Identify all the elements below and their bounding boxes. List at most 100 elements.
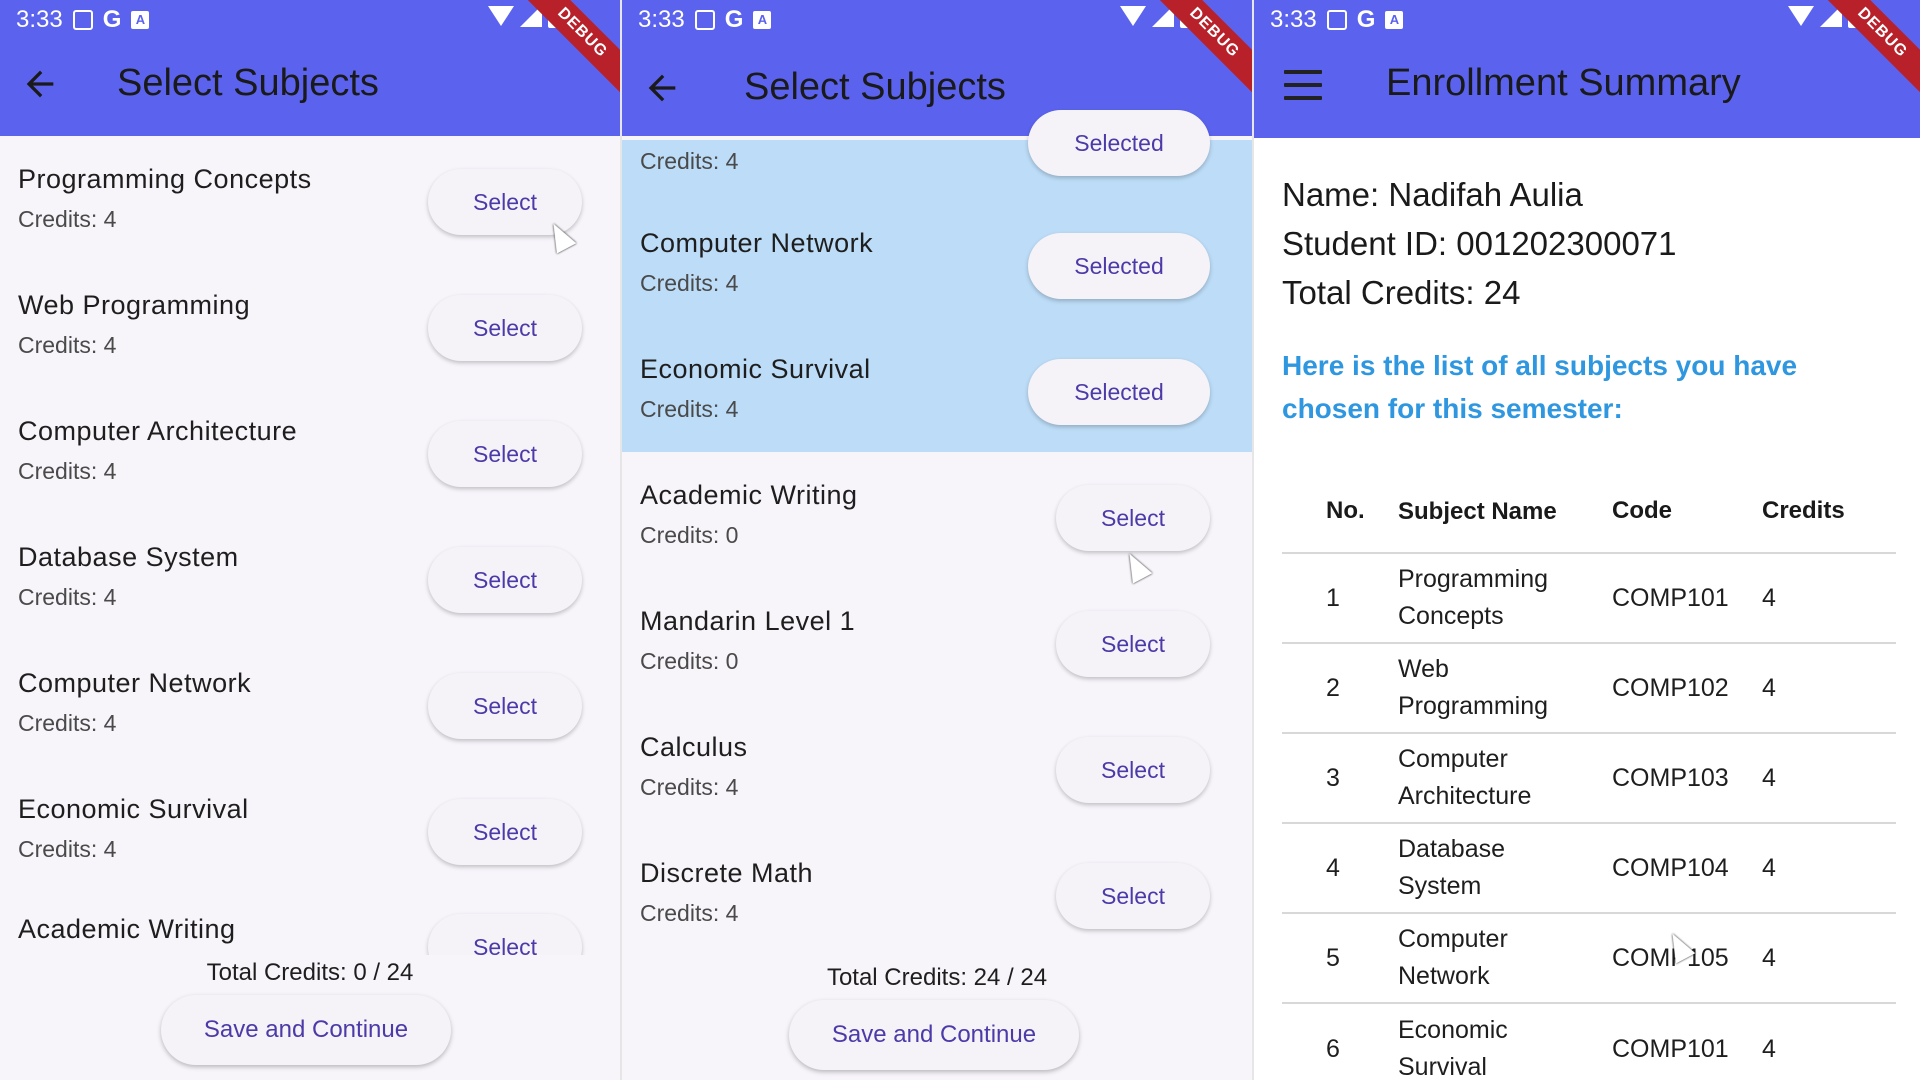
student-info: Name: Nadifah Aulia Student ID: 00120230… — [1282, 170, 1677, 317]
subject-item: Economic Survival Credits: 4 Select — [0, 766, 620, 892]
subject-credits: Credits: 0 — [640, 648, 739, 674]
student-total-credits: Total Credits: 24 — [1282, 274, 1521, 311]
subject-credits: Credits: 4 — [18, 458, 117, 484]
status-time: 3:33 — [16, 6, 63, 33]
wifi-icon — [1788, 6, 1814, 26]
subject-name: Programming Concepts — [18, 164, 312, 194]
row-no: 2 — [1326, 673, 1340, 702]
row-code: COMP103 — [1612, 763, 1729, 792]
subject-name: Economic Survival — [640, 354, 871, 384]
screenshot-icon — [694, 10, 715, 30]
subject-item: Web Programming Credits: 4 Select — [0, 262, 620, 388]
subject-item: Mandarin Level 1 Credits: 0 Select — [622, 578, 1252, 704]
page-title: Enrollment Summary — [1386, 62, 1741, 104]
row-subject-name: Programming Concepts — [1398, 565, 1549, 630]
select-button[interactable]: Select — [1056, 737, 1210, 803]
subject-item-selected: Economic Survival Credits: 4 Selected — [622, 326, 1252, 452]
select-button[interactable]: Select — [1056, 611, 1210, 677]
subject-item: Academic Writing Credits: 0 Select — [622, 452, 1252, 578]
table-row: 5 Computer Network COMP105 4 — [1282, 914, 1896, 1004]
select-button[interactable]: Select — [428, 295, 582, 361]
subject-name: Calculus — [640, 732, 748, 762]
hamburger-menu-icon[interactable] — [1284, 70, 1322, 100]
select-button[interactable]: Select — [428, 799, 582, 865]
subject-credits: Credits: 4 — [640, 774, 739, 800]
subject-item: Discrete Math Credits: 4 Select — [622, 830, 1252, 956]
subject-item-selected: Computer Network Credits: 4 Selected — [622, 200, 1252, 326]
header-code: Code — [1612, 497, 1672, 524]
subjects-note: Here is the list of all subjects you hav… — [1282, 350, 1798, 424]
row-code: COMP101 — [1612, 583, 1729, 612]
subject-credits: Credits: 4 — [18, 206, 117, 232]
screenshot-icon — [1326, 10, 1347, 30]
subject-name: Academic Writing — [640, 480, 858, 510]
table-row: 6 Economic Survival COMP101 4 — [1282, 1004, 1896, 1080]
page-title: Select Subjects — [117, 62, 379, 104]
row-credits: 4 — [1762, 1034, 1776, 1063]
google-icon: G — [724, 6, 744, 33]
screenshot-icon — [72, 10, 93, 30]
select-button[interactable]: Select — [428, 421, 582, 487]
select-button[interactable]: Select — [428, 673, 582, 739]
app-bar: 3:33 G A DEBUG Enrollment Summary — [1254, 0, 1920, 138]
subject-credits: Credits: 4 — [18, 710, 117, 736]
select-subjects-screen-selected: 3:33 G A DEBUG Select Subjects Credits: … — [622, 0, 1252, 1080]
subject-name: Discrete Math — [640, 858, 814, 888]
save-and-continue-button[interactable]: Save and Continue — [161, 995, 451, 1065]
subject-credits: Credits: 4 — [640, 270, 739, 296]
row-code: COMP105 — [1612, 943, 1729, 972]
table-row: 1 Programming Concepts COMP101 4 — [1282, 554, 1896, 644]
select-button[interactable]: Select — [1056, 863, 1210, 929]
status-time: 3:33 — [1270, 6, 1317, 33]
back-arrow-icon[interactable] — [642, 68, 682, 108]
notification-a-icon: A — [131, 11, 150, 29]
save-and-continue-button[interactable]: Save and Continue — [789, 1000, 1079, 1070]
row-code: COMP102 — [1612, 673, 1729, 702]
subject-item: Computer Architecture Credits: 4 Select — [0, 388, 620, 514]
row-no: 5 — [1326, 943, 1340, 972]
total-credits: Total Credits: 24 / 24 — [826, 964, 1048, 991]
row-code: COMP101 — [1612, 1034, 1729, 1063]
subject-name: Economic Survival — [18, 794, 249, 824]
app-bar: 3:33 G A DEBUG Select Subjects — [0, 0, 620, 136]
back-arrow-icon[interactable] — [20, 64, 60, 104]
row-subject-name: Database System — [1398, 835, 1506, 900]
subject-name: Database System — [18, 542, 239, 572]
footer: Total Credits: 24 / 24 Save and Continue — [622, 960, 1252, 1080]
enrollment-summary-screen: 3:33 G A DEBUG Enrollment Summary Name: … — [1254, 0, 1920, 1080]
selected-button[interactable]: Selected — [1028, 110, 1210, 176]
row-credits: 4 — [1762, 853, 1776, 882]
subject-item: Database System Credits: 4 Select — [0, 514, 620, 640]
wifi-icon — [488, 6, 514, 26]
select-button[interactable]: Select — [1056, 485, 1210, 551]
row-credits: 4 — [1762, 763, 1776, 792]
subject-item-selected: Credits: 4 Selected — [622, 110, 1252, 200]
subject-credits: Credits: 4 — [640, 900, 739, 926]
row-credits: 4 — [1762, 943, 1776, 972]
subject-credits: Credits: 4 — [640, 396, 739, 422]
google-icon: G — [102, 6, 122, 33]
footer: Total Credits: 0 / 24 Save and Continue — [0, 955, 620, 1079]
row-subject-name: Computer Network — [1398, 925, 1508, 990]
subject-list: Programming Concepts Credits: 4 Select W… — [0, 136, 620, 1018]
enrolled-subjects-table: No. Subject Name Code Credits 1 Programm… — [1282, 470, 1896, 1080]
header-subject-name: Subject Name — [1398, 497, 1557, 525]
google-icon: G — [1356, 6, 1376, 33]
select-button[interactable]: Select — [428, 547, 582, 613]
student-id: Student ID: 001202300071 — [1282, 225, 1677, 262]
total-credits: Total Credits: 0 / 24 — [206, 959, 414, 986]
selected-button[interactable]: Selected — [1028, 359, 1210, 425]
header-credits: Credits — [1762, 497, 1845, 524]
row-no: 6 — [1326, 1034, 1340, 1063]
subject-item: Programming Concepts Credits: 4 Select — [0, 136, 620, 262]
selected-button[interactable]: Selected — [1028, 233, 1210, 299]
select-subjects-screen-initial: 3:33 G A DEBUG Select Subjects Programmi… — [0, 0, 620, 1080]
subject-credits: Credits: 4 — [640, 148, 739, 174]
notification-a-icon: A — [1385, 11, 1404, 29]
row-subject-name: Economic Survival — [1398, 1016, 1508, 1080]
row-no: 3 — [1326, 763, 1340, 792]
subject-credits: Credits: 4 — [18, 836, 117, 862]
subject-name: Computer Network — [18, 668, 252, 698]
wifi-icon — [1120, 6, 1146, 26]
subject-item: Calculus Credits: 4 Select — [622, 704, 1252, 830]
